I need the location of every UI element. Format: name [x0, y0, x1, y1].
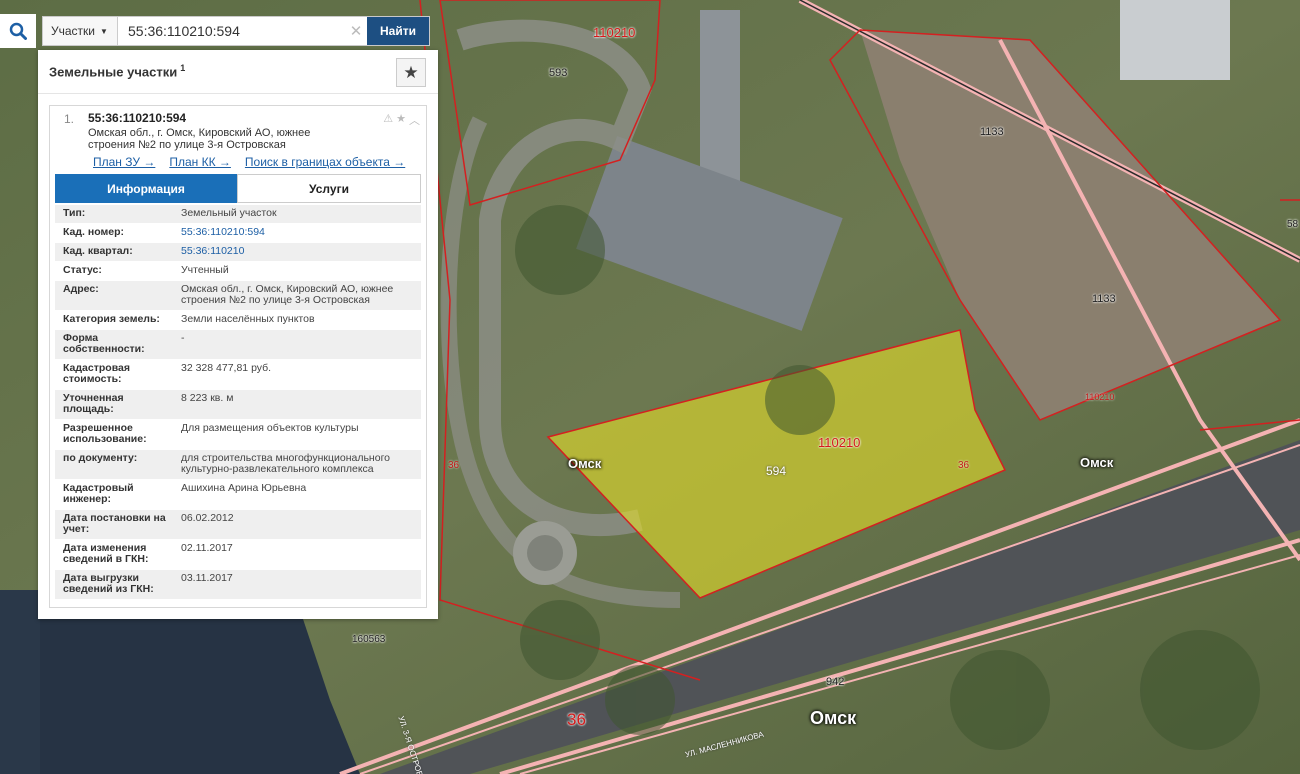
map-label-district: 36	[448, 460, 460, 471]
attribute-row: Адрес: Омская обл., г. Омск, Кировский АО…	[55, 281, 421, 311]
map-label-quarter: 110210	[593, 25, 636, 40]
star-icon[interactable]: ★	[396, 58, 426, 87]
attribute-row: Дата постановки на учет: 06.02.2012	[55, 510, 421, 540]
attribute-key: Форма собственности:	[63, 332, 145, 355]
attribute-row: Дата изменения сведений в ГКН: 02.11.2017	[55, 540, 421, 570]
tab-services[interactable]: Услуги	[237, 174, 421, 203]
result-count: 1	[180, 63, 186, 74]
panel-header: Земельные участки 1 ★	[38, 50, 438, 94]
attribute-key: Дата постановки на учет:	[63, 512, 166, 535]
map-label-district: 36	[958, 460, 970, 471]
attribute-value: 02.11.2017	[181, 542, 233, 554]
attribute-row: Кад. номер: 55:36:110210:594	[55, 224, 421, 243]
attribute-row: Форма собственности: -	[55, 330, 421, 360]
results-panel: Земельные участки 1 ★ 1. 55:36:110210:594…	[38, 50, 438, 619]
attribute-row: Уточненная площадь: 8 223 кв. м	[55, 390, 421, 420]
attribute-row: Статус: Учтенный	[55, 262, 421, 281]
attribute-key: Кадастровая стоимость:	[63, 362, 130, 385]
map-label-parcel: 594	[766, 464, 787, 478]
search-field-group: Участки ▼ ✕ Найти	[42, 16, 430, 46]
attribute-value: Земли населённых пунктов	[181, 313, 315, 325]
map-label-city: Омск	[1080, 455, 1114, 470]
star-icon[interactable]: ★	[396, 112, 406, 128]
attribute-value: -	[181, 332, 185, 344]
map-label-parcel: 160563	[352, 634, 386, 645]
attribute-value-link[interactable]: 55:36:110210:594	[175, 227, 421, 238]
attribute-row: по документу: для строительства многофунк…	[55, 450, 421, 480]
result-card: 1. 55:36:110210:594 Омская обл., г. Омск…	[49, 105, 427, 608]
attribute-value-link[interactable]: 55:36:110210	[175, 246, 421, 257]
search-icon[interactable]	[0, 14, 36, 48]
search-type-label: Участки	[51, 24, 95, 38]
map-label-parcel: 593	[549, 67, 568, 79]
map-label-parcel: 1133	[1092, 293, 1116, 305]
search-input[interactable]	[118, 17, 345, 45]
card-links: План ЗУ → План КК → Поиск в границах объ…	[50, 151, 426, 169]
result-index: 1.	[64, 112, 75, 126]
attribute-row: Дата выгрузки сведений из ГКН: 03.11.2017	[55, 570, 421, 600]
attribute-value: для строительства многофункционального к…	[181, 452, 391, 475]
chevron-up-icon[interactable]: ︿	[409, 112, 420, 128]
card-tabs: Информация Услуги	[55, 174, 421, 203]
attribute-row: Кадастровая стоимость: 32 328 477,81 руб.	[55, 360, 421, 390]
clear-icon[interactable]: ✕	[345, 17, 367, 45]
attribute-key: Кад. квартал:	[63, 245, 133, 257]
attribute-value: Ашихина Арина Юрьевна	[181, 482, 307, 494]
attribute-key: Кадастровый инженер:	[63, 482, 134, 505]
attribute-row: Тип: Земельный участок	[55, 205, 421, 224]
attribute-key: по документу:	[63, 452, 138, 464]
attribute-value: Для размещения объектов культуры	[181, 422, 359, 434]
attribute-key: Разрешенное использование:	[63, 422, 147, 445]
search-bar: Участки ▼ ✕ Найти	[0, 14, 438, 48]
panel-title: Земельные участки 1	[49, 63, 186, 80]
tab-information[interactable]: Информация	[55, 174, 237, 203]
attribute-key: Дата изменения сведений в ГКН:	[63, 542, 149, 565]
search-in-bounds-link[interactable]: Поиск в границах объекта →	[245, 155, 405, 169]
attribute-key: Статус:	[63, 264, 102, 276]
attribute-row: Разрешенное использование: Для размещения…	[55, 420, 421, 450]
attribute-value: Омская обл., г. Омск, Кировский АО, южне…	[181, 283, 394, 306]
map-label-city: Омск	[810, 708, 857, 728]
map-label-parcel: 1133	[980, 126, 1004, 138]
cad-number-title: 55:36:110210:594	[88, 111, 187, 125]
attribute-value: 06.02.2012	[181, 512, 234, 524]
search-type-dropdown[interactable]: Участки ▼	[43, 17, 118, 45]
attribute-value: 03.11.2017	[181, 572, 233, 584]
plan-zu-link[interactable]: План ЗУ →	[93, 155, 155, 169]
attribute-row: Кад. квартал: 55:36:110210	[55, 243, 421, 262]
map-label-quarter: 110210	[818, 435, 861, 450]
card-tools: ⚠ ★ ︿	[383, 112, 420, 128]
attribute-key: Кад. номер:	[63, 226, 125, 238]
chevron-down-icon: ▼	[100, 26, 108, 36]
find-button[interactable]: Найти	[367, 17, 429, 45]
attribute-value: Земельный участок	[181, 207, 277, 219]
attribute-key: Тип:	[63, 207, 86, 219]
card-header[interactable]: 1. 55:36:110210:594 Омская обл., г. Омск…	[50, 106, 426, 151]
map-label-parcel: 58	[1287, 219, 1299, 230]
map-label-quarter: 110210	[1085, 392, 1115, 402]
plan-kk-link[interactable]: План КК →	[169, 155, 231, 169]
map-label-district: 36	[567, 710, 586, 729]
attribute-value: 8 223 кв. м	[181, 392, 234, 404]
attribute-key: Категория земель:	[63, 313, 160, 325]
attribute-value: Учтенный	[181, 264, 229, 276]
map-label-parcel: 942	[826, 676, 845, 688]
attribute-row: Кадастровый инженер: Ашихина Арина Юрьевн…	[55, 480, 421, 510]
card-address: Омская обл., г. Омск, Кировский АО, южне…	[88, 127, 311, 151]
attributes-table: Тип: Земельный участок Кад. номер: 55:36:11…	[55, 205, 421, 600]
warning-icon[interactable]: ⚠	[383, 112, 393, 128]
attribute-row: Категория земель: Земли населённых пункто…	[55, 311, 421, 330]
attribute-key: Дата выгрузки сведений из ГКН:	[63, 572, 154, 595]
attribute-key: Адрес:	[63, 283, 99, 295]
map-label-city: Омск	[568, 456, 602, 471]
attribute-value: 32 328 477,81 руб.	[181, 362, 272, 374]
attribute-key: Уточненная площадь:	[63, 392, 124, 415]
